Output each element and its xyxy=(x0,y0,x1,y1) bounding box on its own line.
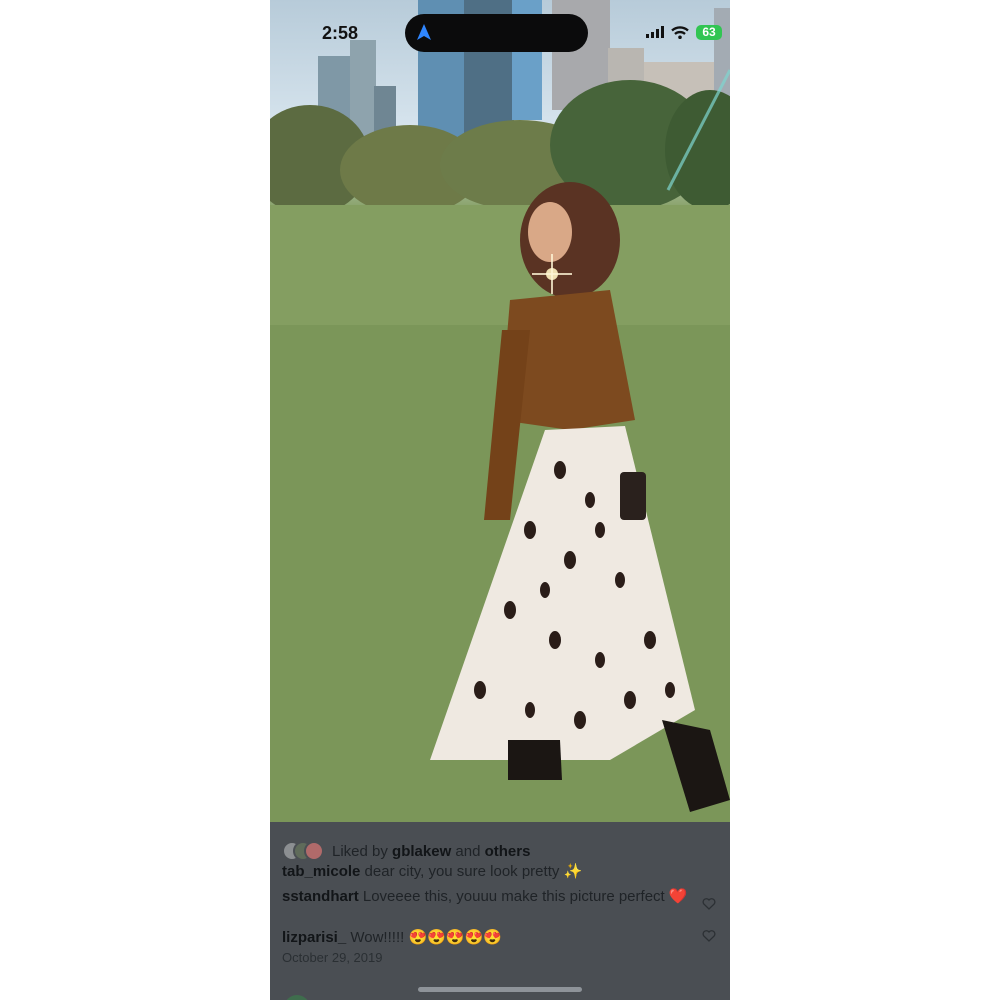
caption-text: dear city, you sure look pretty ✨ xyxy=(364,863,583,880)
likes-row[interactable]: Liked by gblakew and others xyxy=(282,839,530,863)
likes-others-link[interactable]: others xyxy=(485,843,531,860)
likes-joiner: and xyxy=(455,842,481,860)
comment-user-link[interactable]: lizparisi_ xyxy=(282,929,346,946)
heart-icon[interactable] xyxy=(702,897,716,911)
battery-level: 63 xyxy=(702,25,716,39)
comment: lizparisi_ Wow!!!!! 😍😍😍😍😍 xyxy=(282,928,502,946)
status-time: 2:58 xyxy=(322,23,359,43)
heart-icon[interactable] xyxy=(702,929,716,943)
comment: sstandhart Loveeee this, youuu make this… xyxy=(282,887,692,906)
status-icons: 63 xyxy=(646,24,722,40)
post-date: October 29, 2019 xyxy=(282,950,383,965)
avatar xyxy=(284,995,310,1000)
comment-text: Loveeee this, youuu make this picture pe… xyxy=(362,888,688,905)
cellular-signal-icon xyxy=(646,26,664,38)
likes-user-link[interactable]: gblakew xyxy=(392,843,451,860)
location-arrow-icon xyxy=(417,24,431,40)
post-photo[interactable] xyxy=(270,0,730,822)
likes-prefix: Liked by xyxy=(332,842,388,860)
post-details: Liked by gblakew and others tab_micole d… xyxy=(270,822,730,1000)
caption-user-link[interactable]: tab_micole xyxy=(282,863,360,880)
dynamic-island xyxy=(405,14,588,52)
comment-text: Wow!!!!! 😍😍😍😍😍 xyxy=(350,929,502,946)
wifi-icon xyxy=(671,25,689,39)
battery-charging-icon: 63 xyxy=(696,24,722,40)
phone-screen: 2:58 63 Liked by gblakew and others tab_… xyxy=(270,0,730,1000)
status-bar: 2:58 63 xyxy=(270,0,730,64)
liker-avatars xyxy=(282,841,324,861)
comment-user-link[interactable]: sstandhart xyxy=(282,888,359,905)
caption: tab_micole dear city, you sure look pret… xyxy=(282,862,582,880)
photo-scene xyxy=(270,0,730,822)
avatar xyxy=(304,841,324,861)
home-indicator[interactable] xyxy=(418,987,582,992)
